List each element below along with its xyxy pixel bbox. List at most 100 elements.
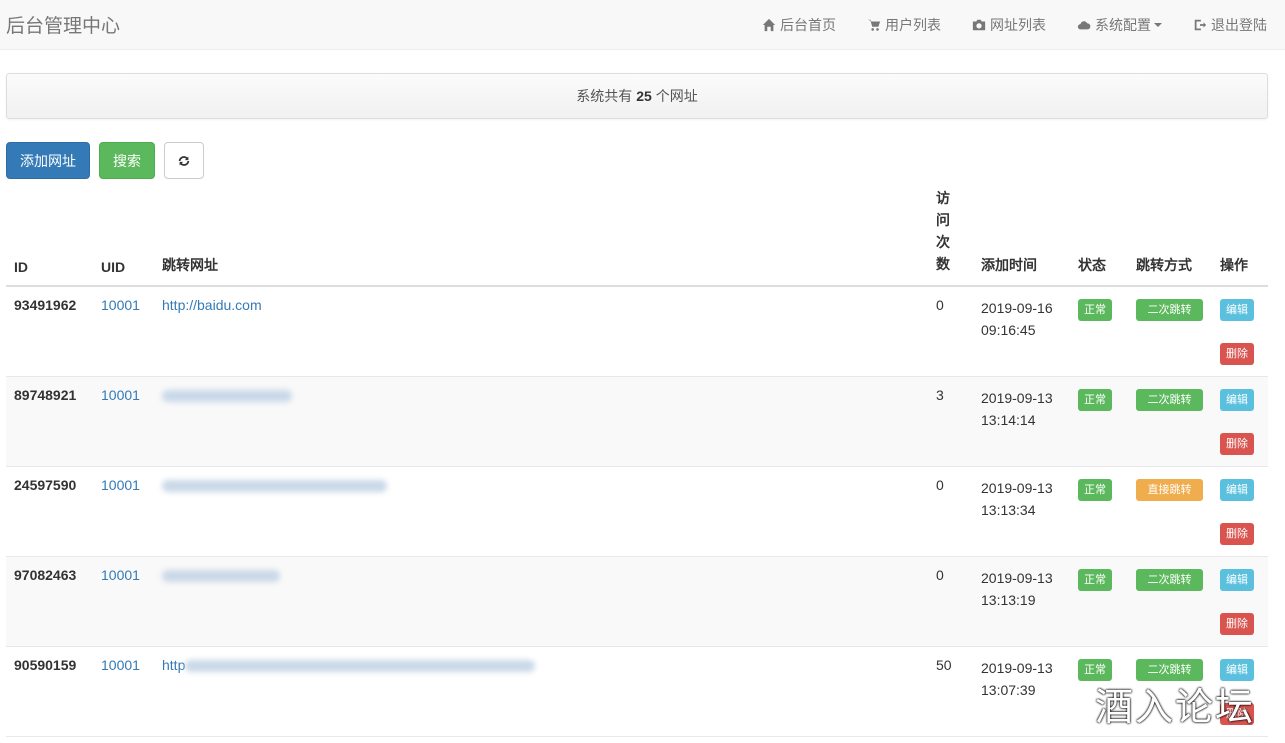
table-row: 24597590 10001 0 2019-09-13 13:13:34 正常 直… xyxy=(6,467,1268,557)
navbar: 后台管理中心 后台首页 用户列表 网址列表 系统配置 退出登陆 xyxy=(0,0,1285,50)
row-url-link[interactable] xyxy=(162,567,280,583)
header-visits-char: 数 xyxy=(936,256,950,272)
redirect-mode-badge: 二次跳转 xyxy=(1136,569,1203,591)
logout-icon xyxy=(1192,17,1208,33)
row-time: 2019-09-13 13:13:19 xyxy=(981,567,1053,611)
header-id: ID xyxy=(14,259,28,275)
delete-button[interactable]: 删除 xyxy=(1220,613,1254,635)
table-row: 90590159 10001 http 50 2019-09-13 13:07:3… xyxy=(6,647,1268,737)
row-uid-link[interactable]: 10001 xyxy=(101,657,140,673)
header-status: 状态 xyxy=(1078,257,1106,273)
edit-button[interactable]: 编辑 xyxy=(1220,389,1254,411)
refresh-icon xyxy=(178,155,190,166)
header-url: 跳转网址 xyxy=(162,257,218,273)
redirect-mode-badge: 二次跳转 xyxy=(1136,389,1203,411)
summary-count: 25 xyxy=(636,88,652,104)
row-id: 90590159 xyxy=(14,657,77,673)
row-time: 2019-09-13 13:07:39 xyxy=(981,657,1053,701)
nav-item-label: 用户列表 xyxy=(885,16,941,33)
search-button[interactable]: 搜索 xyxy=(99,142,155,179)
summary-suffix: 个网址 xyxy=(655,88,698,104)
brand-title[interactable]: 后台管理中心 xyxy=(6,11,120,38)
home-icon xyxy=(761,17,777,33)
header-visits-char: 次 xyxy=(936,234,950,250)
row-visits: 0 xyxy=(936,477,944,493)
row-date: 2019-09-16 xyxy=(981,300,1053,316)
row-visits: 3 xyxy=(936,387,944,403)
nav-menu: 后台首页 用户列表 网址列表 系统配置 退出登陆 xyxy=(731,0,1279,49)
table-row: 89748921 10001 3 2019-09-13 13:14:14 正常 二… xyxy=(6,377,1268,467)
row-id: 24597590 xyxy=(14,477,77,493)
nav-item-urls[interactable]: 网址列表 xyxy=(971,15,1046,35)
table-header: ID UID 跳转网址 访 问 次 数 添加时间 状态 跳转方式 操作 xyxy=(6,186,1268,287)
row-clock: 13:13:19 xyxy=(981,592,1036,608)
row-time: 2019-09-13 13:14:14 xyxy=(981,387,1053,431)
row-time: 2019-09-16 09:16:45 xyxy=(981,297,1053,341)
header-visits-char: 问 xyxy=(936,212,950,228)
header-time: 添加时间 xyxy=(981,257,1037,273)
row-uid-link[interactable]: 10001 xyxy=(101,297,140,313)
redacted-url xyxy=(185,660,536,673)
url-count-summary: 系统共有 25 个网址 xyxy=(6,73,1268,119)
header-uid: UID xyxy=(101,259,126,275)
edit-button[interactable]: 编辑 xyxy=(1220,299,1254,321)
nav-item-label: 系统配置 xyxy=(1095,16,1151,33)
header-visits-char: 访 xyxy=(936,190,950,206)
header-actions: 操作 xyxy=(1220,257,1248,273)
nav-item-label: 后台首页 xyxy=(780,16,836,33)
table-row: 93491962 10001 http://baidu.com 0 2019-0… xyxy=(6,287,1268,377)
nav-item-logout[interactable]: 退出登陆 xyxy=(1192,15,1267,35)
edit-button[interactable]: 编辑 xyxy=(1220,569,1254,591)
url-table: ID UID 跳转网址 访 问 次 数 添加时间 状态 跳转方式 操作 9349… xyxy=(6,186,1268,737)
redirect-mode-badge: 直接跳转 xyxy=(1136,479,1203,501)
nav-item-home[interactable]: 后台首页 xyxy=(761,15,836,35)
status-badge: 正常 xyxy=(1078,569,1112,591)
redirect-mode-badge: 二次跳转 xyxy=(1136,299,1203,321)
refresh-button[interactable] xyxy=(164,142,204,179)
delete-button[interactable]: 删除 xyxy=(1220,433,1254,455)
status-badge: 正常 xyxy=(1078,389,1112,411)
row-uid-link[interactable]: 10001 xyxy=(101,567,140,583)
cart-icon xyxy=(866,17,882,33)
row-id: 97082463 xyxy=(14,567,77,583)
status-badge: 正常 xyxy=(1078,299,1112,321)
row-uid-link[interactable]: 10001 xyxy=(101,387,140,403)
row-date: 2019-09-13 xyxy=(981,660,1053,676)
row-url-link[interactable]: http://baidu.com xyxy=(162,297,262,313)
header-visits: 访 问 次 数 xyxy=(936,187,952,275)
nav-item-label: 网址列表 xyxy=(990,16,1046,33)
row-date: 2019-09-13 xyxy=(981,390,1053,406)
row-id: 93491962 xyxy=(14,297,77,313)
delete-button[interactable]: 删除 xyxy=(1220,343,1254,365)
status-badge: 正常 xyxy=(1078,479,1112,501)
camera-icon xyxy=(971,17,987,33)
row-date: 2019-09-13 xyxy=(981,480,1053,496)
add-url-button[interactable]: 添加网址 xyxy=(6,142,90,179)
redacted-url xyxy=(162,570,280,583)
row-clock: 13:07:39 xyxy=(981,682,1036,698)
row-visits: 50 xyxy=(936,657,952,673)
edit-button[interactable]: 编辑 xyxy=(1220,479,1254,501)
nav-item-users[interactable]: 用户列表 xyxy=(866,15,941,35)
row-clock: 13:13:34 xyxy=(981,502,1036,518)
row-id: 89748921 xyxy=(14,387,77,403)
row-url-link[interactable]: http xyxy=(162,657,536,673)
chevron-down-icon xyxy=(1154,22,1162,27)
toolbar: 添加网址 搜索 xyxy=(6,142,204,179)
header-mode: 跳转方式 xyxy=(1136,257,1192,273)
row-clock: 13:14:14 xyxy=(981,412,1036,428)
table-row: 97082463 10001 0 2019-09-13 13:13:19 正常 二… xyxy=(6,557,1268,647)
row-uid-link[interactable]: 10001 xyxy=(101,477,140,493)
delete-button[interactable]: 删除 xyxy=(1220,523,1254,545)
row-url-link[interactable] xyxy=(162,387,292,403)
cloud-icon xyxy=(1076,17,1092,33)
row-url-link[interactable] xyxy=(162,477,387,493)
nav-item-label: 退出登陆 xyxy=(1211,16,1267,33)
row-url-prefix: http xyxy=(162,657,186,673)
row-time: 2019-09-13 13:13:34 xyxy=(981,477,1053,521)
redacted-url xyxy=(162,390,292,403)
summary-prefix: 系统共有 xyxy=(576,88,633,104)
redacted-url xyxy=(162,480,387,493)
nav-item-settings[interactable]: 系统配置 xyxy=(1076,15,1162,35)
forum-watermark: 酒入论坛 xyxy=(1094,685,1255,729)
